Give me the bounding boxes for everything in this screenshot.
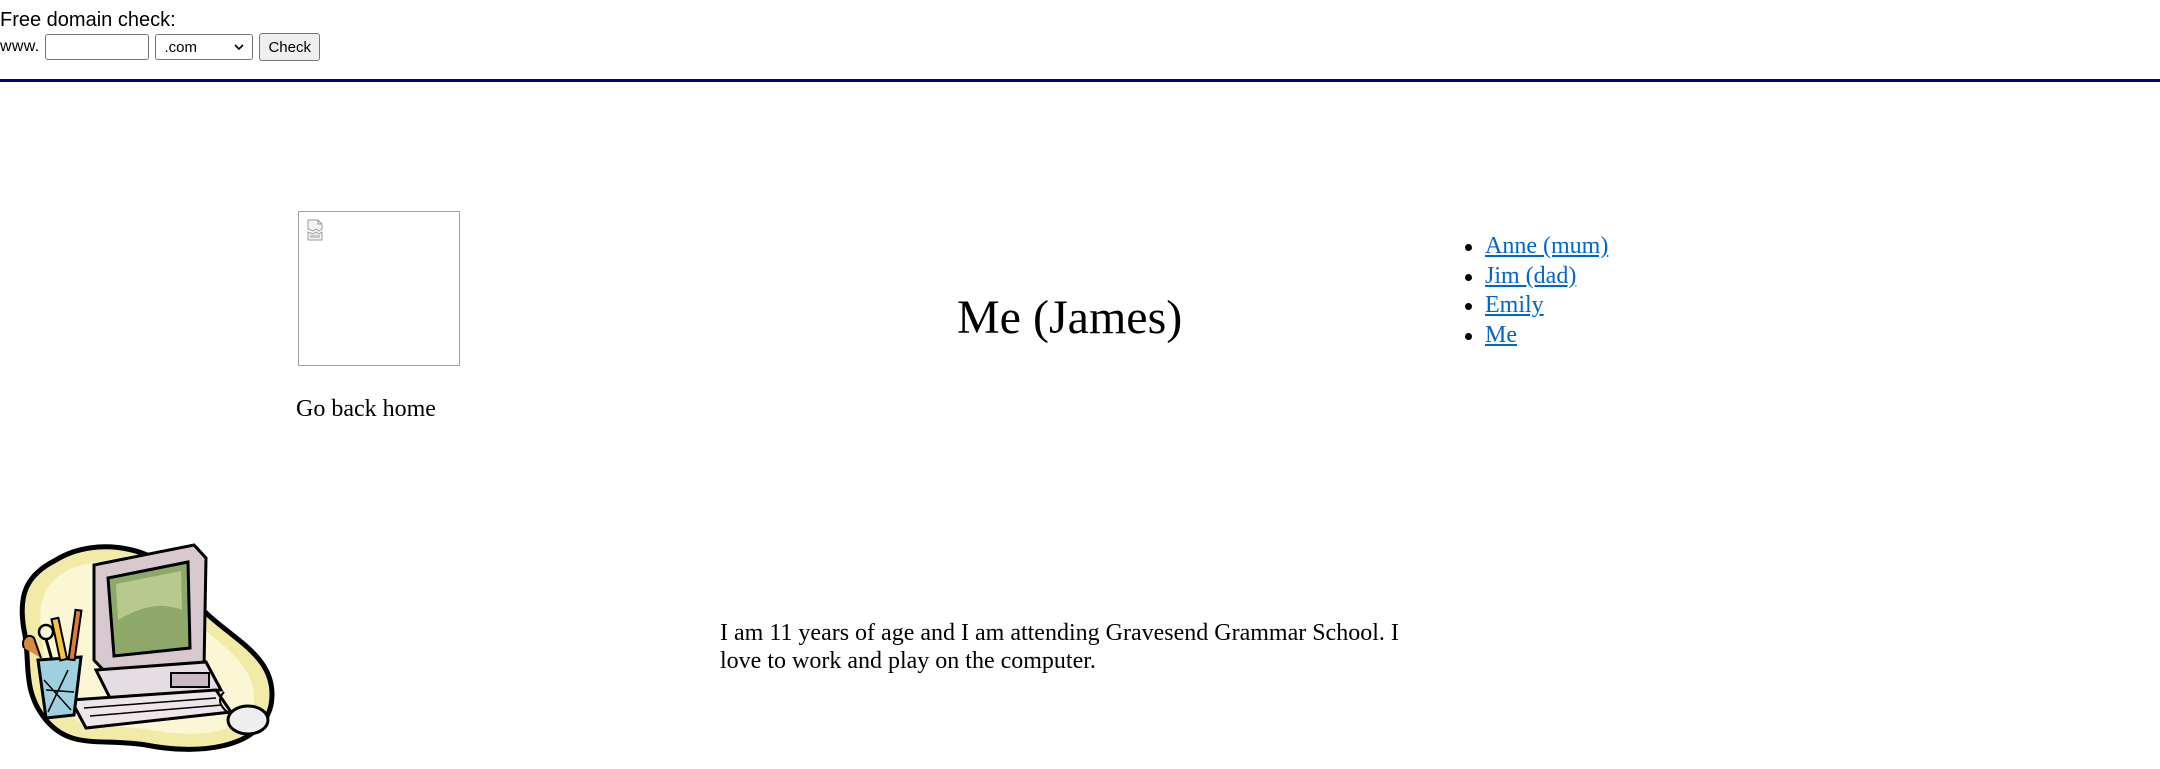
tld-selected-value: .com: [164, 38, 197, 56]
family-nav-item: Anne (mum): [1465, 232, 1608, 262]
domain-check-form: www. .com Check: [0, 33, 320, 61]
family-nav-item: Jim (dad): [1465, 262, 1608, 292]
family-nav-item: Emily: [1465, 291, 1608, 321]
nav-link-jim[interactable]: Jim (dad): [1485, 263, 1576, 289]
www-prefix-label: www.: [0, 38, 40, 55]
home-image[interactable]: [298, 211, 460, 366]
bullet-icon: [1465, 332, 1472, 340]
bio-paragraph: I am 11 years of age and I am attending …: [720, 620, 1399, 674]
go-back-home-link[interactable]: Go back home: [296, 394, 436, 424]
bullet-icon: [1465, 273, 1472, 281]
tld-select[interactable]: .com: [155, 34, 254, 60]
chevron-down-icon: [234, 44, 245, 51]
family-nav-list: Anne (mum) Jim (dad) Emily Me: [1465, 232, 1608, 350]
domain-check-bar: Free domain check: www. .com Check: [0, 0, 2160, 82]
bullet-icon: [1465, 244, 1472, 251]
bullet-icon: [1465, 303, 1472, 311]
domain-name-input[interactable]: [45, 34, 150, 60]
broken-image-icon: [307, 219, 323, 241]
family-nav-item: Me: [1465, 321, 1608, 351]
check-button[interactable]: Check: [259, 33, 320, 61]
computer-clipart: [19, 543, 275, 752]
domain-check-title: Free domain check:: [0, 9, 176, 31]
nav-link-emily[interactable]: Emily: [1485, 292, 1544, 318]
nav-link-me[interactable]: Me: [1485, 322, 1517, 348]
nav-link-anne[interactable]: Anne (mum): [1485, 233, 1608, 259]
page-title: Me (James): [957, 291, 1183, 344]
